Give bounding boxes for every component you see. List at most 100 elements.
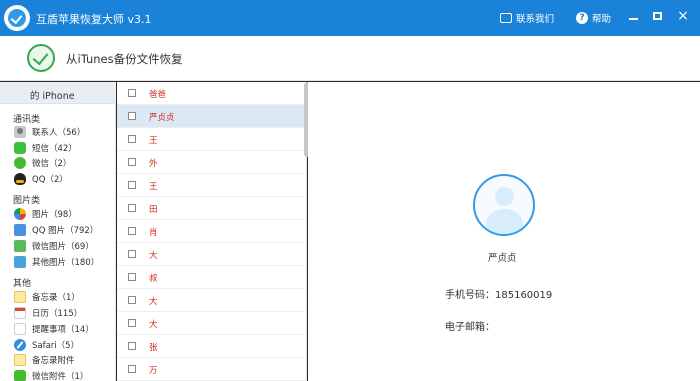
- sidebar-item-label: 联系人（56）: [32, 128, 86, 138]
- row-checkbox[interactable]: [128, 181, 136, 189]
- sidebar-item-sms[interactable]: 短信（42）: [14, 141, 77, 155]
- sms-icon: [14, 142, 26, 154]
- minimize-button[interactable]: [627, 9, 641, 23]
- title-bar: 互盾苹果恢复大师 v3.1 联系我们 ? 帮助 ×: [0, 0, 700, 36]
- email-field: 电子邮箱：: [445, 318, 495, 333]
- list-item[interactable]: 田: [117, 197, 307, 220]
- sidebar-item-contacts[interactable]: 联系人（56）: [14, 125, 85, 139]
- sidebar-item-label: 备忘录（1）: [32, 293, 80, 303]
- avatar: [473, 174, 535, 236]
- sidebar-item-reminders[interactable]: 提醒事项（14）: [14, 322, 94, 336]
- contact-name: 大: [149, 251, 158, 261]
- notes-attachment-icon: [14, 354, 26, 366]
- chat-icon: [500, 13, 512, 23]
- page-header: 从iTunes备份文件恢复: [0, 36, 700, 81]
- sidebar-item-label: 短信（42）: [32, 144, 77, 154]
- contact-name: 爸爸: [149, 90, 167, 100]
- list-item[interactable]: 肖: [117, 220, 307, 243]
- contact-list: 爸爸 严贞贞 王 外 王 田 肖 大 叔 大 大 张 万: [117, 82, 310, 381]
- email-label: 电子邮箱：: [445, 322, 495, 333]
- wechat-icon: [14, 157, 26, 169]
- contact-name: 大: [149, 297, 158, 307]
- row-checkbox[interactable]: [128, 158, 136, 166]
- sidebar-item-label: Safari（5）: [32, 341, 80, 351]
- list-item[interactable]: 万: [117, 358, 307, 381]
- sidebar-item-qq-photos[interactable]: QQ 图片（792）: [14, 223, 98, 237]
- sidebar-item-other-photos[interactable]: 其他图片（180）: [14, 255, 99, 269]
- row-checkbox[interactable]: [128, 250, 136, 258]
- sidebar-item-safari[interactable]: Safari（5）: [14, 338, 79, 352]
- list-item-selected[interactable]: 严贞贞: [117, 105, 307, 128]
- list-item[interactable]: 王: [117, 174, 307, 197]
- list-item[interactable]: 王: [117, 128, 307, 151]
- contact-name: 张: [149, 343, 158, 353]
- contact-us-label: 联系我们: [516, 14, 555, 25]
- sidebar-item-label: 提醒事项（14）: [32, 325, 94, 335]
- sidebar-item-label: 微信（2）: [32, 159, 72, 169]
- sidebar-item-wechat-attachments[interactable]: 微信附件（1）: [14, 369, 88, 381]
- list-item[interactable]: 张: [117, 335, 307, 358]
- sidebar-item-label: 微信附件（1）: [32, 372, 89, 381]
- sidebar-item-label: 日历（115）: [32, 309, 83, 319]
- safari-icon: [14, 339, 26, 351]
- qq-icon: [14, 173, 26, 185]
- contact-us-button[interactable]: 联系我们: [500, 11, 554, 25]
- photos-icon: [14, 208, 26, 220]
- row-checkbox[interactable]: [128, 227, 136, 235]
- phone-field: 手机号码：185160019: [445, 286, 552, 301]
- other-photos-icon: [14, 256, 26, 268]
- row-checkbox[interactable]: [128, 89, 136, 97]
- wechat-attachment-icon: [14, 370, 26, 381]
- maximize-button[interactable]: [651, 9, 665, 23]
- category-sidebar: 的 iPhone 通讯类 联系人（56） 短信（42） 微信（2） QQ（2） …: [0, 82, 116, 381]
- row-checkbox[interactable]: [128, 204, 136, 212]
- list-item[interactable]: 外: [117, 151, 307, 174]
- reminders-icon: [14, 323, 26, 335]
- detail-contact-name: 严贞贞: [488, 253, 517, 264]
- calendar-icon: [14, 307, 26, 319]
- row-checkbox[interactable]: [128, 135, 136, 143]
- sidebar-item-label: 微信图片（69）: [32, 242, 94, 252]
- list-item[interactable]: 大: [117, 243, 307, 266]
- list-item[interactable]: 叔: [117, 266, 307, 289]
- close-button[interactable]: ×: [676, 9, 690, 23]
- list-item[interactable]: 大: [117, 312, 307, 335]
- list-item[interactable]: 大: [117, 289, 307, 312]
- sidebar-item-wechat-photos[interactable]: 微信图片（69）: [14, 239, 94, 253]
- notes-icon: [14, 291, 26, 303]
- contact-name: 外: [149, 159, 158, 169]
- row-checkbox[interactable]: [128, 365, 136, 373]
- sidebar-item-label: 图片（98）: [32, 210, 77, 220]
- help-icon: ?: [576, 12, 588, 24]
- sidebar-item-label: QQ 图片（792）: [32, 226, 99, 236]
- row-checkbox[interactable]: [128, 319, 136, 327]
- row-checkbox[interactable]: [128, 112, 136, 120]
- app-logo-icon: [4, 5, 30, 31]
- sidebar-item-wechat[interactable]: 微信（2）: [14, 156, 71, 170]
- wechat-photos-icon: [14, 240, 26, 252]
- sidebar-item-photos[interactable]: 图片（98）: [14, 207, 77, 221]
- category-header-other: 其他: [13, 279, 32, 289]
- row-checkbox[interactable]: [128, 296, 136, 304]
- phone-value: 185160019: [495, 290, 553, 301]
- help-button[interactable]: ? 帮助: [576, 11, 611, 25]
- category-header-images: 图片类: [13, 196, 41, 206]
- sidebar-item-calendar[interactable]: 日历（115）: [14, 306, 82, 320]
- contact-name: 王: [149, 182, 158, 192]
- sidebar-item-notes[interactable]: 备忘录（1）: [14, 290, 80, 304]
- row-checkbox[interactable]: [128, 273, 136, 281]
- sidebar-item-label: 备忘录附件: [32, 356, 75, 366]
- row-checkbox[interactable]: [128, 342, 136, 350]
- sidebar-item-qq[interactable]: QQ（2）: [14, 172, 68, 186]
- contact-name: 肖: [149, 228, 158, 238]
- qq-photos-icon: [14, 224, 26, 236]
- page-title: 从iTunes备份文件恢复: [66, 52, 183, 66]
- window-title: 互盾苹果恢复大师 v3.1: [36, 13, 152, 26]
- sidebar-item-notes-attachments[interactable]: 备忘录附件: [14, 353, 75, 367]
- help-label: 帮助: [592, 14, 612, 25]
- list-item[interactable]: 爸爸: [117, 82, 307, 105]
- device-item[interactable]: 的 iPhone: [0, 82, 116, 104]
- contact-name: 王: [149, 136, 158, 146]
- contact-name: 严贞贞: [149, 113, 175, 123]
- sidebar-item-label: 其他图片（180）: [32, 258, 100, 268]
